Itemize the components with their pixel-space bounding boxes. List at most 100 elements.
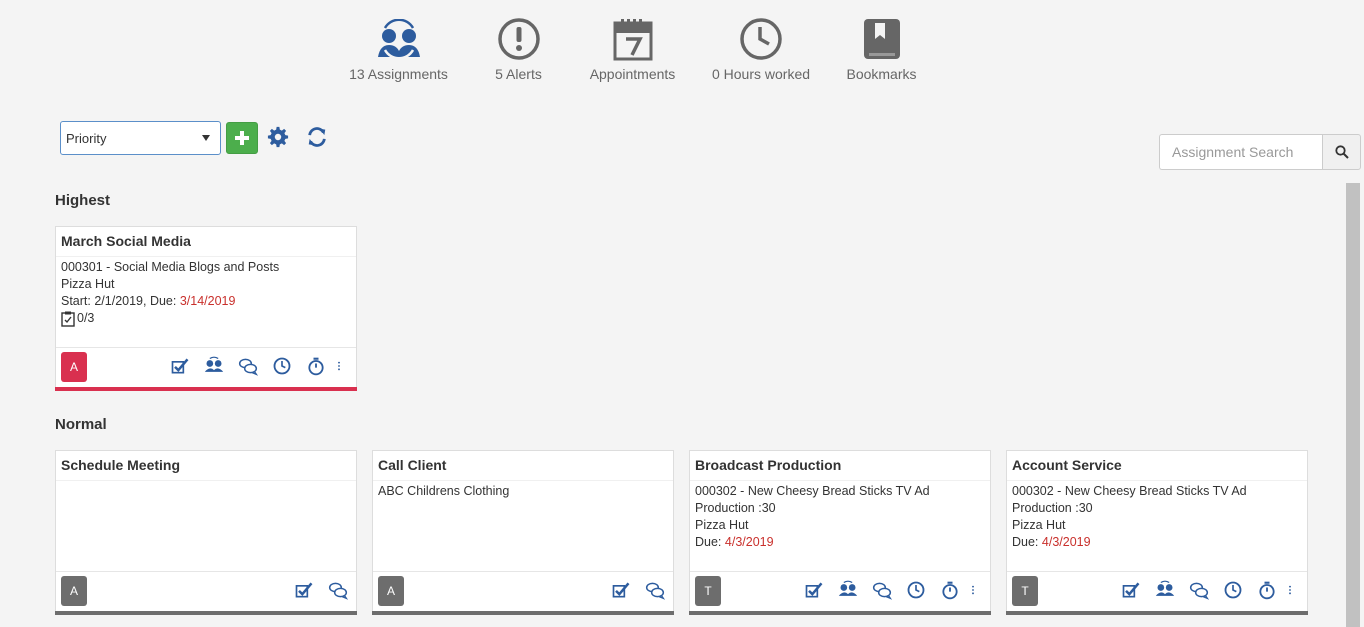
add-button[interactable]: [226, 122, 258, 154]
card-footer: A: [56, 347, 356, 387]
card-footer: A: [373, 571, 673, 611]
people-icon[interactable]: [836, 578, 860, 602]
priority-bar: [1006, 611, 1308, 615]
checkmark-icon[interactable]: [1119, 578, 1143, 602]
refresh-icon[interactable]: [305, 125, 329, 149]
assignment-card[interactable]: Account Service 000302 - New Cheesy Brea…: [1006, 450, 1308, 615]
scrollbar[interactable]: [1346, 183, 1360, 627]
more-vertical-icon[interactable]: [1289, 578, 1301, 602]
checkmark-icon[interactable]: [802, 578, 826, 602]
card-job: 000301 - Social Media Blogs and Posts: [61, 260, 280, 274]
alerts-label: 5 Alerts: [495, 66, 542, 82]
chat-icon[interactable]: [1187, 578, 1211, 602]
card-checklist: 0/3: [61, 310, 351, 327]
card-due: 3/14/2019: [179, 294, 236, 308]
gear-icon[interactable]: [266, 125, 290, 149]
card-job: 000302 - New Cheesy Bread Sticks TV Ad: [1012, 484, 1247, 498]
card-client: Pizza Hut: [695, 518, 749, 532]
clipboard-icon: [61, 311, 75, 327]
top-nav: 13 Assignments 5 Alerts Appointments 0 H…: [0, 14, 1364, 94]
assignment-card[interactable]: Call Client ABC Childrens Clothing A: [372, 450, 674, 615]
search-icon: [1334, 145, 1349, 159]
card-title: Call Client: [373, 451, 673, 481]
assignment-card[interactable]: March Social Media 000301 - Social Media…: [55, 226, 357, 391]
card-client: Pizza Hut: [1012, 518, 1066, 532]
avatar[interactable]: T: [1012, 576, 1038, 606]
card-start: Start: 2/1/2019, Due:: [61, 294, 180, 308]
stopwatch-icon[interactable]: [1255, 578, 1279, 602]
card-title: Account Service: [1007, 451, 1307, 481]
priority-bar: [55, 387, 357, 391]
card-body: 000301 - Social Media Blogs and Posts Pi…: [56, 257, 356, 329]
card-body: 000302 - New Cheesy Bread Sticks TV Ad P…: [690, 481, 990, 553]
assignment-card[interactable]: Schedule Meeting A: [55, 450, 357, 615]
card-body: 000302 - New Cheesy Bread Sticks TV Ad P…: [1007, 481, 1307, 553]
bookmarks-nav[interactable]: Bookmarks: [844, 14, 919, 82]
avatar[interactable]: T: [695, 576, 721, 606]
checkmark-icon[interactable]: [609, 578, 633, 602]
card-due: 4/3/2019: [1041, 535, 1091, 549]
section-title-normal: Normal: [55, 416, 107, 433]
card-dates: Due: 4/3/2019: [1012, 534, 1302, 551]
card-body: ABC Childrens Clothing: [373, 481, 673, 502]
clock-icon[interactable]: [1221, 578, 1245, 602]
card-title: March Social Media: [56, 227, 356, 257]
card-job-detail: Production :30: [695, 501, 776, 515]
more-vertical-icon[interactable]: [972, 578, 984, 602]
priority-bar: [689, 611, 991, 615]
avatar[interactable]: A: [378, 576, 404, 606]
card-client: Pizza Hut: [61, 277, 115, 291]
people-icon[interactable]: [1153, 578, 1177, 602]
assignments-nav[interactable]: 13 Assignments: [347, 14, 450, 82]
hours-label: 0 Hours worked: [711, 66, 811, 82]
people-icon: [375, 14, 423, 64]
card-title: Schedule Meeting: [56, 451, 356, 481]
card-actions: [168, 354, 350, 378]
chat-icon[interactable]: [643, 578, 667, 602]
people-icon[interactable]: [202, 354, 226, 378]
sort-select-value: Priority: [66, 130, 107, 146]
card-actions: [609, 578, 667, 602]
bookmark-icon: [858, 14, 906, 64]
alerts-nav[interactable]: 5 Alerts: [491, 14, 546, 82]
checkmark-icon[interactable]: [292, 578, 316, 602]
stopwatch-icon[interactable]: [938, 578, 962, 602]
caret-down-icon: [202, 135, 210, 141]
stopwatch-icon[interactable]: [304, 354, 328, 378]
search-bar: [1159, 134, 1361, 170]
card-due: 4/3/2019: [724, 535, 774, 549]
clock-icon: [737, 14, 785, 64]
assignment-search-input[interactable]: [1159, 134, 1322, 170]
priority-bar: [55, 611, 357, 615]
checkmark-icon[interactable]: [168, 354, 192, 378]
card-job-detail: Production :30: [1012, 501, 1093, 515]
card-client: ABC Childrens Clothing: [378, 484, 510, 498]
chat-icon[interactable]: [870, 578, 894, 602]
hours-nav[interactable]: 0 Hours worked: [709, 14, 813, 82]
section-title-highest: Highest: [55, 192, 111, 209]
card-title: Broadcast Production: [690, 451, 990, 481]
card-footer: A: [56, 571, 356, 611]
avatar[interactable]: A: [61, 576, 87, 606]
assignment-card[interactable]: Broadcast Production 000302 - New Cheesy…: [689, 450, 991, 615]
sort-select[interactable]: Priority: [60, 121, 221, 155]
search-button[interactable]: [1322, 134, 1361, 170]
clock-icon[interactable]: [270, 354, 294, 378]
card-actions: [802, 578, 984, 602]
plus-icon: [235, 131, 249, 145]
card-job: 000302 - New Cheesy Bread Sticks TV Ad: [695, 484, 930, 498]
card-dates: Due: 4/3/2019: [695, 534, 985, 551]
avatar[interactable]: A: [61, 352, 87, 382]
appointments-nav[interactable]: Appointments: [586, 14, 679, 82]
assignments-label: 13 Assignments: [349, 66, 448, 82]
card-dates: Start: 2/1/2019, Due: 3/14/2019: [61, 293, 351, 310]
more-vertical-icon[interactable]: [338, 354, 350, 378]
calendar-icon: [609, 14, 657, 64]
chat-icon[interactable]: [236, 354, 260, 378]
card-due-label: Due:: [695, 535, 725, 549]
appointments-label: Appointments: [589, 66, 676, 82]
clock-icon[interactable]: [904, 578, 928, 602]
chat-icon[interactable]: [326, 578, 350, 602]
card-footer: T: [1007, 571, 1307, 611]
priority-bar: [372, 611, 674, 615]
